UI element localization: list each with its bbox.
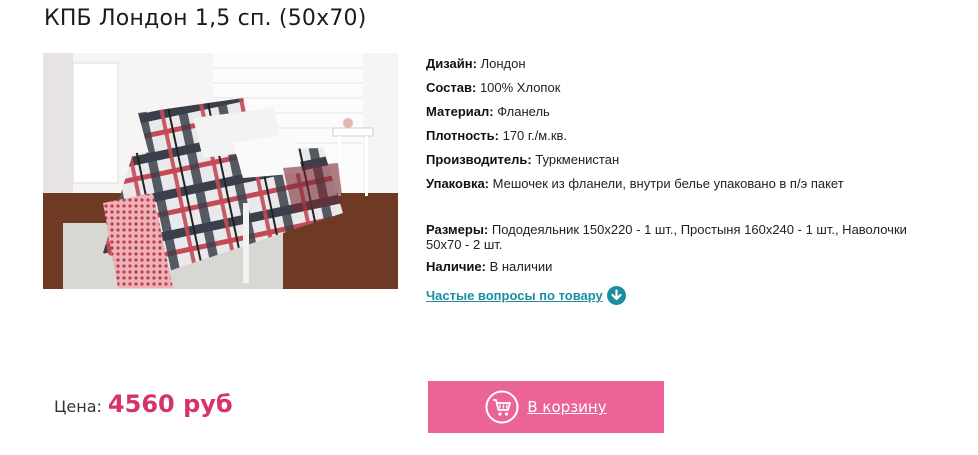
spec-packaging: Упаковка: Мешочек из фланели, внутри бел… xyxy=(426,176,844,191)
price-value: 4560 руб xyxy=(107,390,233,418)
price-label: Цена: xyxy=(54,397,102,416)
spec-design: Дизайн: Лондон xyxy=(426,56,526,71)
spec-manufacturer: Производитель: Туркменистан xyxy=(426,152,620,167)
download-arrow-icon xyxy=(606,286,626,305)
add-to-cart-button[interactable]: В корзину xyxy=(428,381,664,433)
cart-button-label: В корзину xyxy=(527,398,607,416)
cart-icon xyxy=(485,390,519,424)
spec-density: Плотность: 170 г./м.кв. xyxy=(426,128,568,143)
product-title: КПБ Лондон 1,5 сп. (50х70) xyxy=(44,6,367,31)
faq-link-label: Частые вопросы по товару xyxy=(426,288,603,303)
spec-composition: Состав: 100% Хлопок xyxy=(426,80,561,95)
spec-sizes: Размеры: Пододеяльник 150х220 - 1 шт., П… xyxy=(426,222,907,252)
bed-photo-image xyxy=(43,53,398,289)
spec-availability: Наличие: В наличии xyxy=(426,259,553,274)
spec-material: Материал: Фланель xyxy=(426,104,550,119)
product-photo xyxy=(43,53,398,289)
price-block: Цена: 4560 руб xyxy=(54,390,233,418)
faq-link[interactable]: Частые вопросы по товару xyxy=(426,286,626,305)
